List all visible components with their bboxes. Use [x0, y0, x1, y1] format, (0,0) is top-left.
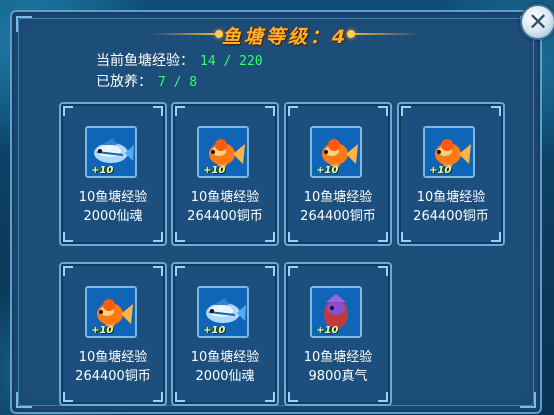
close-button[interactable]: ✕ [520, 4, 554, 40]
fish-card[interactable]: +10 10鱼塘经验 264400铜币 [59, 262, 167, 406]
exp-bonus-badge: +10 [429, 165, 452, 176]
exp-bonus-badge: +10 [91, 325, 114, 336]
fish-exp-text: 10鱼塘经验 [190, 190, 260, 205]
fish-card[interactable]: +10 10鱼塘经验 264400铜币 [284, 102, 392, 246]
fish-card[interactable]: +10 10鱼塘经验 2000仙魂 [59, 102, 167, 246]
dialog-title: 鱼塘等级：4 [221, 26, 349, 48]
fish-exp-text: 10鱼塘经验 [303, 350, 373, 365]
fish-card[interactable]: +10 10鱼塘经验 2000仙魂 [171, 262, 279, 406]
exp-bonus-badge: +10 [91, 165, 114, 176]
exp-bonus-badge: +10 [203, 325, 226, 336]
fish-slot[interactable]: +10 [310, 126, 362, 178]
fish-exp-text: 10鱼塘经验 [303, 190, 373, 205]
exp-bonus-badge: +10 [203, 165, 226, 176]
fish-slot[interactable]: +10 [423, 126, 475, 178]
fish-slot[interactable]: +10 [85, 286, 137, 338]
stocked-line: 已放养： 7 / 8 [96, 71, 197, 91]
fish-card[interactable]: +10 10鱼塘经验 264400铜币 [397, 102, 505, 246]
fish-slot[interactable]: +10 [197, 126, 249, 178]
fish-card[interactable]: +10 10鱼塘经验 9800真气 [284, 262, 392, 406]
title-ornament-right [347, 30, 420, 38]
corner-ornament [16, 392, 32, 408]
fish-reward-text: 264400铜币 [75, 369, 151, 384]
fish-exp-text: 10鱼塘经验 [416, 190, 486, 205]
pond-exp-label: 当前鱼塘经验： [96, 53, 194, 69]
pond-exp-value: 14 / 220 [200, 54, 263, 69]
fish-exp-text: 10鱼塘经验 [78, 190, 148, 205]
exp-bonus-badge: +10 [316, 325, 339, 336]
exp-bonus-badge: +10 [316, 165, 339, 176]
fish-exp-text: 10鱼塘经验 [78, 350, 148, 365]
fish-exp-text: 10鱼塘经验 [190, 350, 260, 365]
fish-slot[interactable]: +10 [310, 286, 362, 338]
corner-ornament [520, 392, 536, 408]
fish-reward-text: 264400铜币 [187, 209, 263, 224]
pond-exp-line: 当前鱼塘经验： 14 / 220 [96, 50, 263, 70]
fish-reward-text: 2000仙魂 [83, 209, 143, 224]
fish-reward-text: 2000仙魂 [195, 369, 255, 384]
stocked-label: 已放养： [96, 74, 152, 90]
fish-slot[interactable]: +10 [85, 126, 137, 178]
fish-slot[interactable]: +10 [197, 286, 249, 338]
stocked-value: 7 / 8 [158, 75, 198, 90]
corner-ornament [16, 16, 32, 32]
close-icon: ✕ [527, 8, 549, 36]
title-row: 鱼塘等级：4 [150, 22, 420, 48]
fish-reward-text: 9800真气 [308, 369, 368, 384]
fish-card[interactable]: +10 10鱼塘经验 264400铜币 [171, 102, 279, 246]
fish-reward-text: 264400铜币 [300, 209, 376, 224]
fish-reward-text: 264400铜币 [413, 209, 489, 224]
